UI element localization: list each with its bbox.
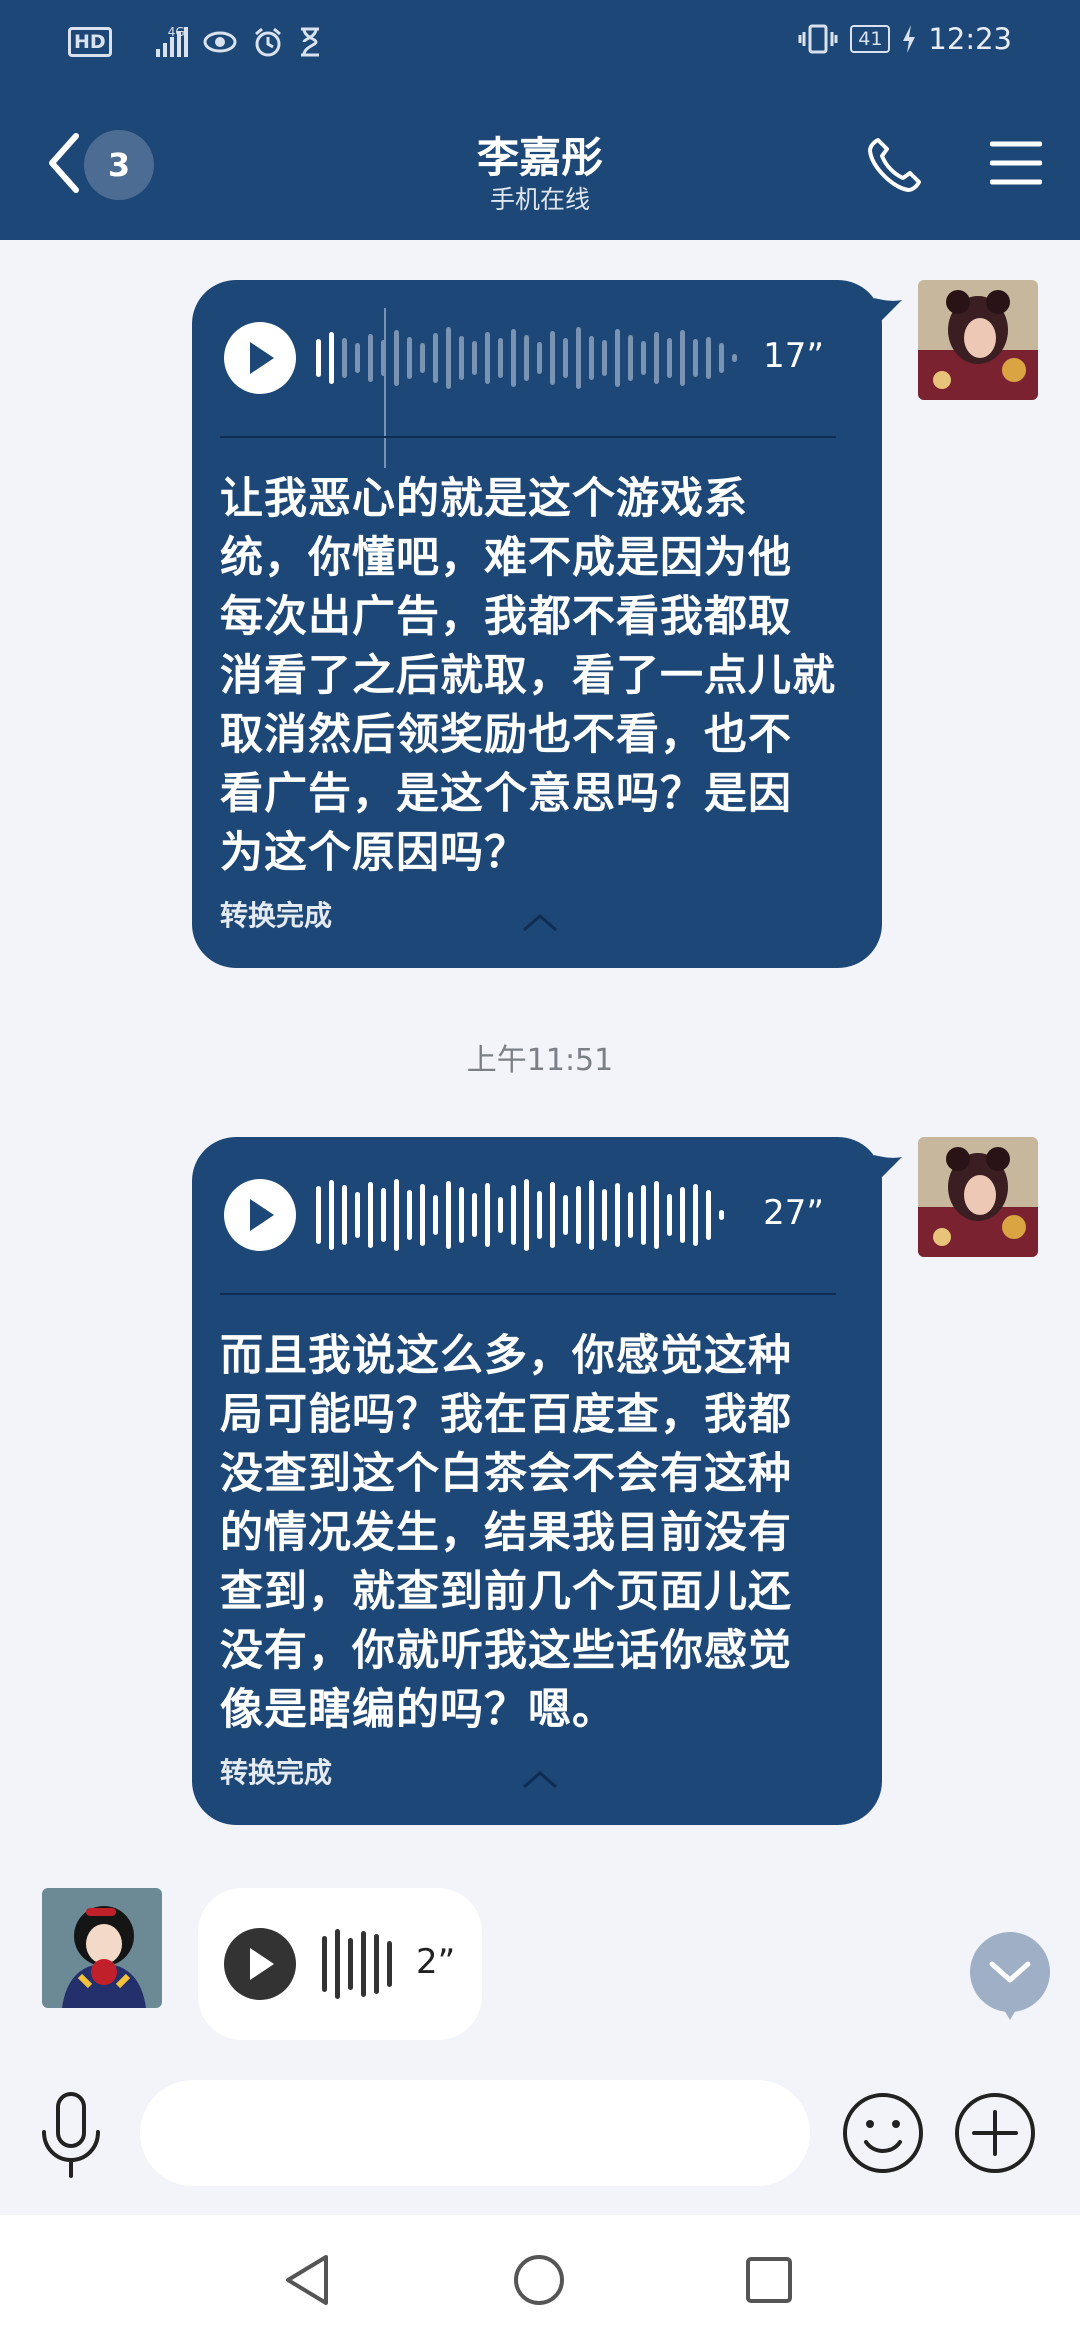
hourglass-icon	[300, 27, 319, 57]
avatar-image	[918, 280, 1038, 400]
bubble-divider	[220, 1293, 836, 1295]
phone-icon[interactable]	[866, 136, 924, 194]
avatar-image	[918, 1137, 1038, 1257]
voice-player: 17”	[224, 308, 854, 468]
status-bar: HD 4G 41 12:23	[0, 0, 1080, 92]
play-button[interactable]	[224, 1179, 296, 1251]
voice-waveform[interactable]	[316, 1179, 724, 1251]
nav-back-icon[interactable]	[282, 2253, 332, 2307]
contact-avatar[interactable]	[42, 1888, 162, 2008]
voice-waveform[interactable]	[322, 1928, 392, 2000]
bubble-tail	[874, 298, 902, 322]
transcript-status: 转换完成	[220, 1756, 333, 1789]
chat-header: 3 李嘉彤 手机在线	[0, 92, 1080, 240]
play-icon	[250, 1948, 274, 1980]
collapse-caret-icon[interactable]	[522, 1769, 558, 1789]
message-input[interactable]	[140, 2080, 810, 2186]
bubble-divider	[220, 436, 836, 438]
collapse-caret-icon[interactable]	[522, 912, 558, 932]
play-button[interactable]	[224, 1928, 296, 2000]
charging-icon	[903, 25, 916, 53]
playback-cursor	[384, 308, 386, 468]
message-composer	[0, 2060, 1080, 2215]
self-avatar[interactable]	[918, 1137, 1038, 1257]
voice-player: 27”	[224, 1179, 854, 1251]
voice-transcript[interactable]: 而且我说这么多，你感觉这种 局可能吗？我在百度查，我都 没查到这个白茶会不会有这…	[220, 1327, 862, 1740]
emoji-icon[interactable]	[840, 2090, 926, 2176]
voice-transcript[interactable]: 让我恶心的就是这个游戏系 统，你懂吧，难不成是因为他 每次出广告，我都不看我都取…	[220, 470, 862, 883]
transcript-status: 转换完成	[220, 899, 333, 932]
voice-duration: 2”	[416, 1942, 456, 1982]
alarm-icon	[254, 27, 281, 57]
self-avatar[interactable]	[918, 280, 1038, 400]
play-icon	[250, 342, 274, 374]
signal-icon: 4G	[126, 25, 188, 57]
nav-recent-icon[interactable]	[744, 2255, 794, 2305]
clock: 12:23	[928, 22, 1012, 56]
mic-icon[interactable]	[38, 2090, 104, 2180]
voice-message-bubble-incoming[interactable]: 2”	[198, 1888, 482, 2040]
battery-level: 41	[850, 25, 891, 53]
voice-message-bubble[interactable]: 27” 而且我说这么多，你感觉这种 局可能吗？我在百度查，我都 没查到这个白茶会…	[192, 1137, 902, 1825]
voice-duration: 27”	[763, 1193, 824, 1233]
bubble-tail	[874, 1155, 902, 1179]
nav-home-icon[interactable]	[512, 2253, 566, 2307]
system-navigation-bar	[0, 2215, 1080, 2340]
vibrate-icon	[798, 24, 838, 54]
avatar-image	[42, 1888, 162, 2008]
hd-indicator: HD	[68, 27, 112, 57]
voice-duration: 17”	[763, 336, 824, 376]
voice-waveform[interactable]	[316, 322, 737, 394]
plus-icon[interactable]	[952, 2090, 1038, 2176]
status-right: 41 12:23	[798, 22, 1012, 56]
play-icon	[250, 1199, 274, 1231]
status-left: HD 4G	[68, 25, 322, 58]
play-button[interactable]	[224, 322, 296, 394]
voice-message-bubble[interactable]: 17” 让我恶心的就是这个游戏系 统，你懂吧，难不成是因为他 每次出广告，我都不…	[192, 280, 902, 968]
menu-icon[interactable]	[990, 140, 1042, 186]
eye-icon	[203, 31, 237, 53]
message-timestamp: 上午11:51	[466, 1043, 614, 1078]
scroll-down-icon	[989, 1961, 1031, 2020]
scroll-down-button[interactable]	[970, 1932, 1050, 2020]
